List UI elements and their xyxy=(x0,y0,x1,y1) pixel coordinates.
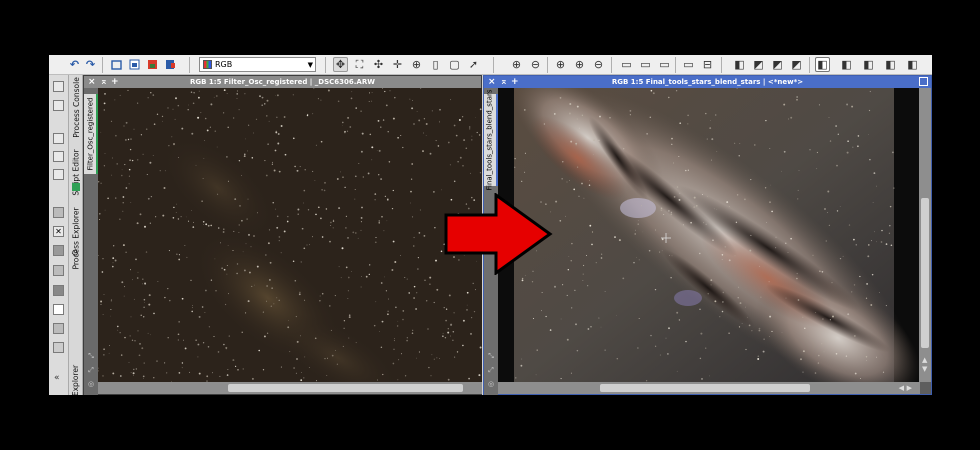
expand-icon[interactable]: ⤢ xyxy=(487,366,495,374)
undo-icon[interactable]: ↶ xyxy=(67,57,82,72)
mask-c-icon[interactable]: ◧ xyxy=(883,57,898,72)
mask-a-icon[interactable]: ◧ xyxy=(839,57,854,72)
zoom-fit-icon[interactable]: ⛶ xyxy=(352,57,367,72)
dock-icon-1[interactable] xyxy=(53,81,64,92)
stf-icon[interactable]: ◧ xyxy=(732,57,747,72)
script-editor-icon xyxy=(72,183,80,191)
left-dock-icons: ✕ « xyxy=(49,75,69,395)
preview-rect-icon[interactable]: ▢ xyxy=(447,57,462,72)
dock-icon-10[interactable] xyxy=(53,304,64,315)
export-icon[interactable] xyxy=(163,57,178,72)
tab-explorer[interactable]: Explorer xyxy=(69,364,83,395)
save-icon[interactable] xyxy=(145,57,160,72)
settings-icon[interactable]: ◎ xyxy=(87,380,95,388)
view-tab[interactable]: Filter_Osc_registered xyxy=(84,94,98,174)
preview-icon[interactable]: ▯ xyxy=(428,57,443,72)
window-title: RGB 1:5 Final_tools_stars_blend_stars | … xyxy=(611,78,804,86)
rgb-swatch-icon xyxy=(203,60,212,69)
dock-icon-9[interactable] xyxy=(53,285,64,296)
resize-icon[interactable]: ⤡ xyxy=(87,352,95,360)
close-icon[interactable]: × xyxy=(488,76,496,88)
scroll-right-icon[interactable]: ▶ xyxy=(907,384,912,392)
astro-image-processed xyxy=(498,88,920,382)
image-window-original[interactable]: RGB 1:5 Filter_Osc_registered | _DSC6306… xyxy=(83,75,482,395)
vertical-scrollbar[interactable]: ▲ ▼ xyxy=(919,88,931,382)
window-sidebar: Filter_Osc_registered ⤡ ⤢ ◎ xyxy=(84,88,98,395)
dock-icon-6[interactable] xyxy=(53,207,64,218)
preview-b-icon[interactable]: ▭ xyxy=(638,57,653,72)
tab-process-console[interactable]: Process Console xyxy=(69,77,83,138)
color-mode-select[interactable]: RGB ▼ xyxy=(199,57,316,72)
add-icon[interactable]: + xyxy=(511,76,519,88)
stf-reset-icon[interactable]: ◩ xyxy=(789,57,804,72)
zoom-out-alt-icon[interactable]: ⊖ xyxy=(591,57,606,72)
preview-a-icon[interactable]: ▭ xyxy=(619,57,634,72)
astro-image-original xyxy=(98,88,482,382)
navigate-icon[interactable]: ✥ xyxy=(333,57,348,72)
screen-a-icon[interactable]: ▭ xyxy=(681,57,696,72)
preview-c-icon[interactable]: ▭ xyxy=(657,57,672,72)
zoom-1-icon[interactable]: ⊕ xyxy=(553,57,568,72)
redo-icon[interactable]: ↷ xyxy=(83,57,98,72)
screen-b-icon[interactable]: ⊟ xyxy=(700,57,715,72)
mask-icon[interactable]: ◧ xyxy=(815,57,830,72)
mask-d-icon[interactable]: ◧ xyxy=(905,57,920,72)
image-view-processed[interactable] xyxy=(498,88,920,382)
horizontal-scrollbar[interactable] xyxy=(98,382,482,394)
dock-icon-11[interactable] xyxy=(53,323,64,334)
left-dock-tabs: Process Console Script Editor Process Ex… xyxy=(69,75,83,395)
window-title-bar[interactable]: RGB 1:5 Filter_Osc_registered | _DSC6306… xyxy=(84,76,481,88)
dock-icon-5[interactable] xyxy=(53,169,64,180)
tab-process-explorer[interactable]: Process Explorer xyxy=(69,199,83,277)
main-toolbar: ↶ ↷ RGB ▼ ✥ ⛶ ✣ ✛ ⊕ ▯ ▢ ➚ ⊕ ⊖ ⊕ ⊕ ⊖ ▭ ▭ … xyxy=(49,55,932,75)
move-icon[interactable]: ✛ xyxy=(390,57,405,72)
view-tab[interactable]: Final_tools_stars_blend_stars xyxy=(484,89,498,191)
horizontal-scrollbar[interactable]: ◀ ▶ xyxy=(498,382,920,394)
scrollbar-thumb[interactable] xyxy=(228,384,463,392)
close-icon[interactable]: ✕ xyxy=(53,226,64,237)
close-icon[interactable]: × xyxy=(88,76,96,88)
shade-icon[interactable]: ⌅ xyxy=(100,76,108,88)
dock-icon-12[interactable] xyxy=(53,342,64,353)
scroll-down-icon[interactable]: ▼ xyxy=(922,365,927,373)
settings-icon[interactable]: ◎ xyxy=(487,380,495,388)
scrollbar-thumb[interactable] xyxy=(921,198,929,348)
shade-icon[interactable]: ⌅ xyxy=(500,76,508,88)
expand-icon[interactable]: ⤢ xyxy=(87,366,95,374)
scroll-left-icon[interactable]: ◀ xyxy=(899,384,904,392)
dock-icon-4[interactable] xyxy=(53,151,64,162)
tab-script-editor[interactable]: Script Editor xyxy=(69,139,83,205)
dock-icon-7[interactable] xyxy=(53,245,64,256)
gear-icon: ⚙ xyxy=(71,249,80,259)
window-title-bar[interactable]: RGB 1:5 Final_tools_stars_blend_stars | … xyxy=(484,76,931,88)
stf-link-icon[interactable]: ◩ xyxy=(751,57,766,72)
image-view-original[interactable] xyxy=(98,88,482,382)
dock-icon-2[interactable] xyxy=(53,100,64,111)
maximize-icon[interactable] xyxy=(919,77,928,86)
color-mode-value: RGB xyxy=(215,60,233,69)
zoom-in-icon[interactable]: ⊕ xyxy=(509,57,524,72)
pan-icon[interactable]: ✣ xyxy=(371,57,386,72)
center-icon[interactable]: ⊕ xyxy=(409,57,424,72)
new-image-icon[interactable] xyxy=(109,57,124,72)
scrollbar-thumb[interactable] xyxy=(600,384,810,392)
zoom-in-alt-icon[interactable]: ⊕ xyxy=(572,57,587,72)
zoom-out-icon[interactable]: ⊖ xyxy=(528,57,543,72)
stf-auto-icon[interactable]: ◩ xyxy=(770,57,785,72)
scroll-up-icon[interactable]: ▲ xyxy=(922,356,927,364)
pointer-icon[interactable]: ➚ xyxy=(466,57,481,72)
expand-dock-icon[interactable]: « xyxy=(54,373,60,383)
chevron-down-icon: ▼ xyxy=(307,61,313,69)
window-title: RGB 1:5 Filter_Osc_registered | _DSC6306… xyxy=(190,78,375,86)
mask-b-icon[interactable]: ◧ xyxy=(861,57,876,72)
open-icon[interactable] xyxy=(127,57,142,72)
resize-icon[interactable]: ⤡ xyxy=(487,352,495,360)
red-arrow-icon xyxy=(444,193,553,275)
dock-icon-3[interactable] xyxy=(53,133,64,144)
dock-icon-8[interactable] xyxy=(53,265,64,276)
add-icon[interactable]: + xyxy=(111,76,119,88)
